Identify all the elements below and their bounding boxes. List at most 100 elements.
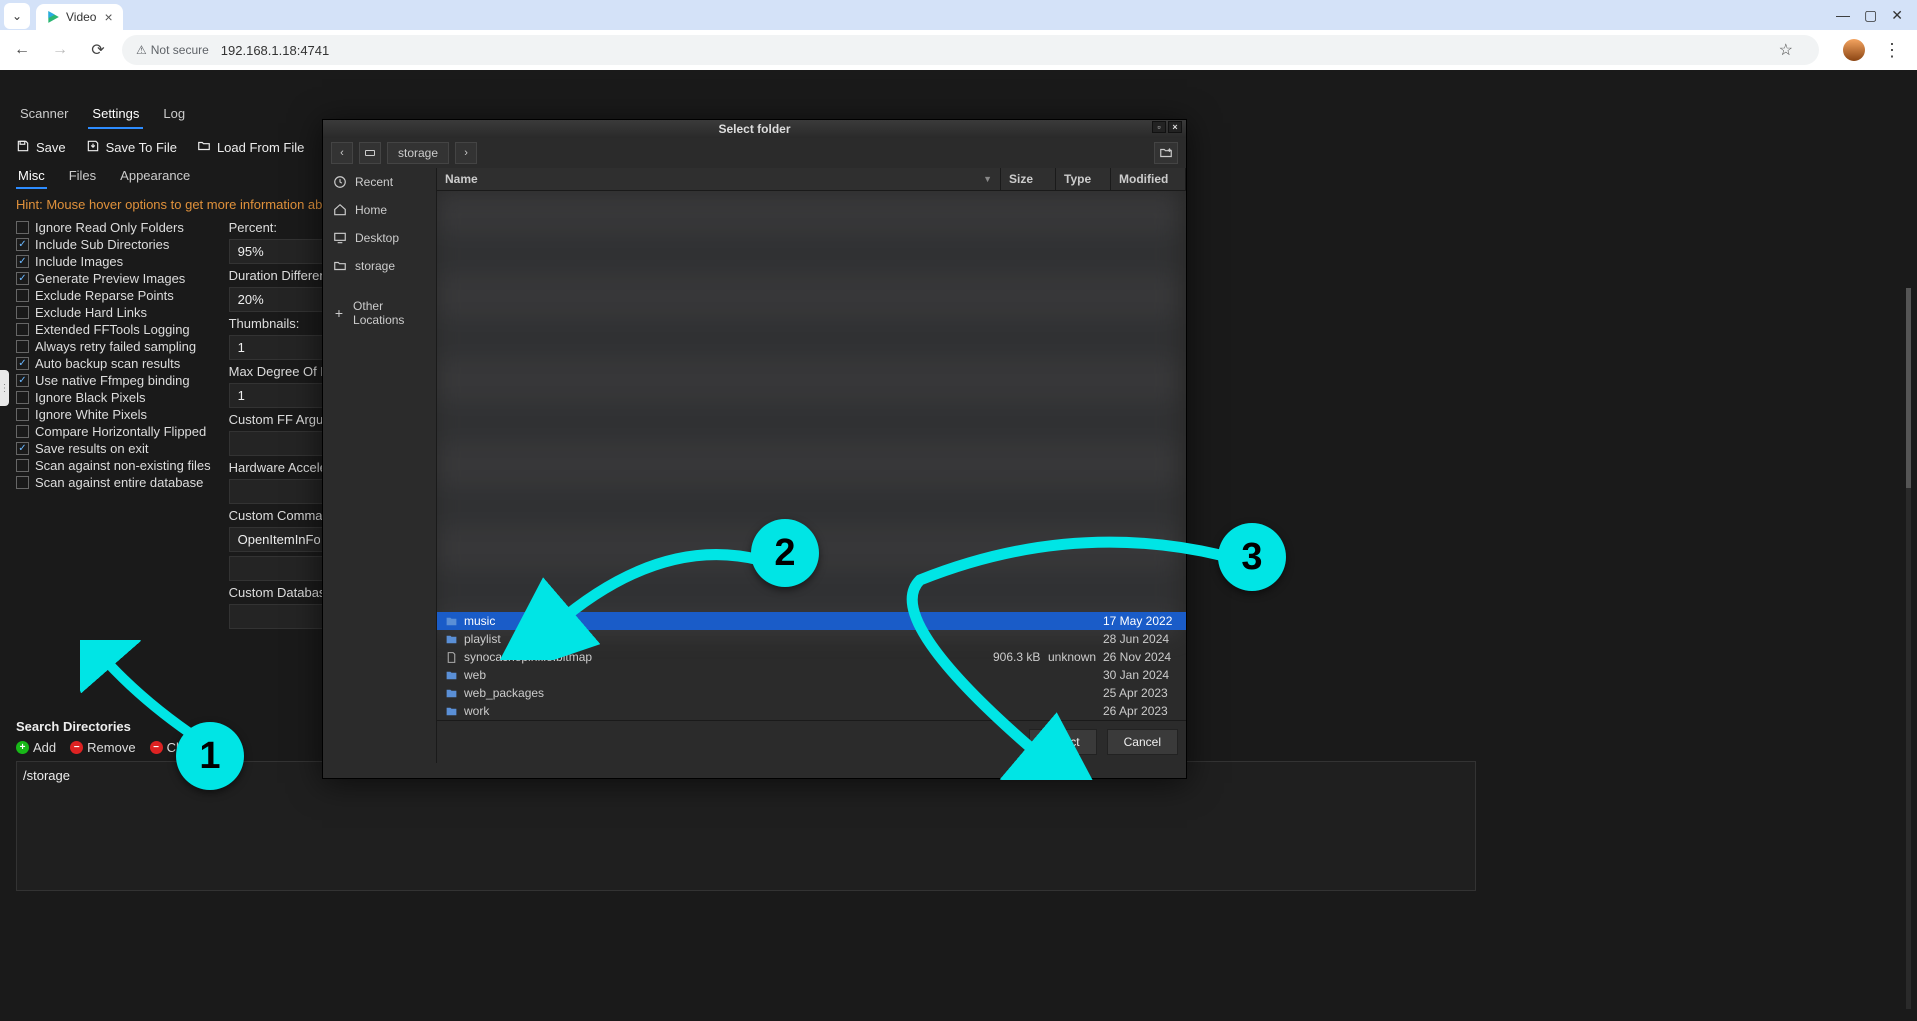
tab-settings[interactable]: Settings xyxy=(88,100,143,129)
cancel-button[interactable]: Cancel xyxy=(1107,729,1178,755)
duration-input[interactable] xyxy=(229,287,329,312)
maxpar-input[interactable] xyxy=(229,383,329,408)
place-recent[interactable]: Recent xyxy=(323,168,436,196)
place-desktop[interactable]: Desktop xyxy=(323,224,436,252)
sub-tab-files[interactable]: Files xyxy=(67,164,98,189)
security-indicator[interactable]: ⚠ Not secure xyxy=(136,43,209,57)
customcmd-input[interactable] xyxy=(229,527,329,552)
checkbox-icon[interactable] xyxy=(16,272,29,285)
option-checkbox[interactable]: Ignore Read Only Folders xyxy=(16,220,211,235)
load-from-file-button[interactable]: Load From File xyxy=(197,139,304,156)
checkbox-icon[interactable] xyxy=(16,340,29,353)
new-folder-button[interactable] xyxy=(1154,142,1178,164)
option-checkbox[interactable]: Auto backup scan results xyxy=(16,356,211,371)
path-back-button[interactable]: ‹ xyxy=(331,142,353,164)
column-name[interactable]: Name▼ xyxy=(437,168,1001,190)
checkbox-icon[interactable] xyxy=(16,255,29,268)
option-checkbox[interactable]: Use native Ffmpeg binding xyxy=(16,373,211,388)
option-checkbox[interactable]: Ignore White Pixels xyxy=(16,407,211,422)
checkbox-icon[interactable] xyxy=(16,323,29,336)
tab-search-button[interactable]: ⌄ xyxy=(4,3,30,29)
thumbnails-input[interactable] xyxy=(229,335,329,360)
file-row[interactable]: work26 Apr 2023 xyxy=(437,702,1186,720)
file-row[interactable]: music17 May 2022 xyxy=(437,612,1186,630)
place-storage[interactable]: storage xyxy=(323,252,436,280)
drive-icon[interactable] xyxy=(359,142,381,164)
dialog-titlebar[interactable]: Select folder ▫ × xyxy=(323,120,1186,138)
remove-directory-button[interactable]: − Remove xyxy=(70,740,135,755)
file-row[interactable]: synocachepinfile.bitmap906.3 kBunknown26… xyxy=(437,648,1186,666)
checkbox-icon[interactable] xyxy=(16,289,29,302)
checkbox-icon[interactable] xyxy=(16,442,29,455)
option-checkbox[interactable]: Always retry failed sampling xyxy=(16,339,211,354)
percent-input[interactable] xyxy=(229,239,329,264)
option-checkbox[interactable]: Extended FFTools Logging xyxy=(16,322,211,337)
option-checkbox[interactable]: Include Images xyxy=(16,254,211,269)
checkbox-label: Always retry failed sampling xyxy=(35,339,196,354)
sidebar-expand-handle[interactable]: ⋮ xyxy=(0,370,9,406)
sub-tab-appearance[interactable]: Appearance xyxy=(118,164,192,189)
directory-list[interactable]: /storage xyxy=(16,761,1476,891)
profile-avatar[interactable] xyxy=(1843,39,1865,61)
kebab-menu-icon[interactable]: ⋮ xyxy=(1883,40,1901,61)
checkbox-icon[interactable] xyxy=(16,374,29,387)
option-checkbox[interactable]: Save results on exit xyxy=(16,441,211,456)
checkbox-icon[interactable] xyxy=(16,391,29,404)
hwaccel-input[interactable] xyxy=(229,479,329,504)
scrollbar[interactable] xyxy=(1906,288,1911,1009)
place-other-locations[interactable]: +Other Locations xyxy=(323,292,436,334)
file-row[interactable]: web_packages25 Apr 2023 xyxy=(437,684,1186,702)
option-checkbox[interactable]: Scan against non-existing files xyxy=(16,458,211,473)
sub-tab-misc[interactable]: Misc xyxy=(16,164,47,189)
file-list[interactable]: music17 May 2022playlist28 Jun 2024synoc… xyxy=(437,191,1186,720)
checkbox-icon[interactable] xyxy=(16,425,29,438)
option-checkbox[interactable]: Generate Preview Images xyxy=(16,271,211,286)
place-home[interactable]: Home xyxy=(323,196,436,224)
checkbox-icon[interactable] xyxy=(16,459,29,472)
column-size[interactable]: Size xyxy=(1001,168,1056,190)
bookmark-icon[interactable]: ☆ xyxy=(1779,40,1805,60)
add-directory-button[interactable]: + Add xyxy=(16,740,56,755)
file-row[interactable]: playlist28 Jun 2024 xyxy=(437,630,1186,648)
checkbox-icon[interactable] xyxy=(16,357,29,370)
breadcrumb-storage[interactable]: storage xyxy=(387,142,449,164)
checkbox-icon[interactable] xyxy=(16,238,29,251)
option-checkbox[interactable]: Exclude Reparse Points xyxy=(16,288,211,303)
save-to-file-button[interactable]: Save To File xyxy=(86,139,177,156)
path-forward-button[interactable]: › xyxy=(455,142,477,164)
checkbox-icon[interactable] xyxy=(16,408,29,421)
column-type[interactable]: Type xyxy=(1056,168,1111,190)
column-modified[interactable]: Modified xyxy=(1111,168,1186,190)
dialog-maximize-icon[interactable]: ▫ xyxy=(1152,121,1166,133)
save-button[interactable]: Save xyxy=(16,139,66,156)
folder-icon xyxy=(445,633,458,646)
forward-button[interactable]: → xyxy=(46,36,74,64)
checkbox-icon[interactable] xyxy=(16,221,29,234)
option-checkbox[interactable]: Compare Horizontally Flipped xyxy=(16,424,211,439)
close-window-icon[interactable]: ✕ xyxy=(1891,7,1903,24)
checkbox-icon[interactable] xyxy=(16,306,29,319)
dialog-close-icon[interactable]: × xyxy=(1168,121,1182,133)
tab-scanner[interactable]: Scanner xyxy=(16,100,72,129)
minimize-icon[interactable]: — xyxy=(1836,7,1850,24)
checkbox-label: Compare Horizontally Flipped xyxy=(35,424,206,439)
back-button[interactable]: ← xyxy=(8,36,36,64)
reload-button[interactable]: ⟳ xyxy=(84,36,112,64)
tab-log[interactable]: Log xyxy=(159,100,189,129)
sort-asc-icon: ▼ xyxy=(983,174,992,184)
customdb-input[interactable] xyxy=(229,604,329,629)
option-checkbox[interactable]: Ignore Black Pixels xyxy=(16,390,211,405)
address-bar[interactable]: ⚠ Not secure 192.168.1.18:4741 ☆ xyxy=(122,35,1819,65)
file-row[interactable]: web30 Jan 2024 xyxy=(437,666,1186,684)
play-icon xyxy=(46,10,60,24)
maximize-icon[interactable]: ▢ xyxy=(1864,7,1877,24)
select-button[interactable]: Select xyxy=(1029,729,1096,755)
option-checkbox[interactable]: Exclude Hard Links xyxy=(16,305,211,320)
checkbox-icon[interactable] xyxy=(16,476,29,489)
customcmd-input-2[interactable] xyxy=(229,556,329,581)
option-checkbox[interactable]: Include Sub Directories xyxy=(16,237,211,252)
customff-input[interactable] xyxy=(229,431,329,456)
option-checkbox[interactable]: Scan against entire database xyxy=(16,475,211,490)
close-icon[interactable]: × xyxy=(104,9,112,25)
browser-tab[interactable]: Video × xyxy=(36,4,123,30)
